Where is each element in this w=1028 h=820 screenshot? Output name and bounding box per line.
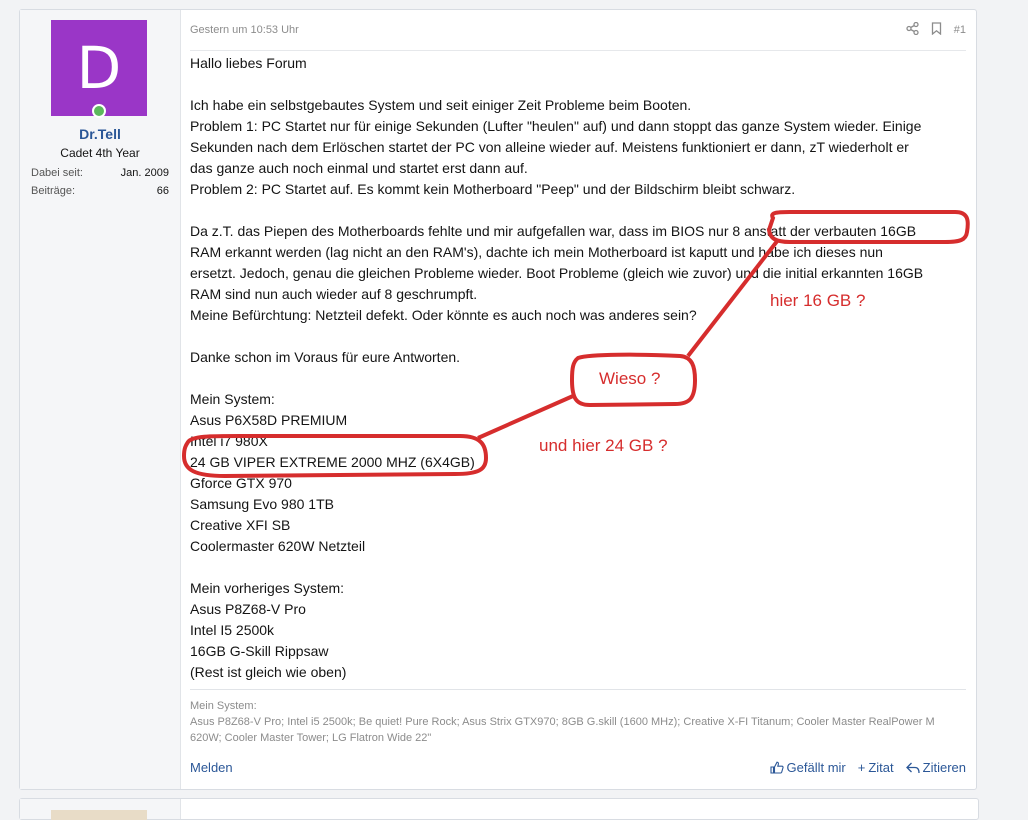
- online-status-icon: [92, 104, 106, 118]
- post-line: Danke schon im Voraus für eure Antworten…: [190, 349, 461, 365]
- reply-icon: [905, 762, 920, 773]
- signature-line: 620W; Cooler Master Tower; LG Flatron Wi…: [190, 732, 432, 744]
- post-line: das ganze auch noch einmal und startet e…: [190, 160, 528, 176]
- post-line: Coolermaster 620W Netzteil: [190, 538, 366, 554]
- user-info-column: D Dr.Tell Cadet 4th Year Dabei seit: Jan…: [20, 10, 181, 789]
- thumbs-up-icon: [769, 761, 784, 774]
- post-line: (Rest ist gleich wie oben): [190, 664, 347, 680]
- quote-button[interactable]: + Zitat: [858, 760, 894, 775]
- post-line: Da z.T. das Piepen des Motherboards fehl…: [190, 223, 917, 239]
- like-button[interactable]: Gefällt mir: [769, 760, 846, 775]
- post-line: Gforce GTX 970: [190, 475, 292, 491]
- post-line: Intel I5 2500k: [190, 622, 275, 638]
- post-line: Mein System:: [190, 391, 275, 407]
- post-line: Hallo liebes Forum: [190, 55, 307, 71]
- signature-heading: Mein System:: [190, 700, 257, 712]
- post-line: Problem 1: PC Startet nur für einige Sek…: [190, 118, 922, 134]
- post-footer: Melden Gefällt mir + Zitat Zitieren: [190, 760, 966, 780]
- stat-posts: Beiträge: 66: [31, 185, 169, 197]
- post-line: 16GB G-Skill Rippsaw: [190, 643, 329, 659]
- report-link[interactable]: Melden: [190, 760, 233, 775]
- signature: Mein System: Asus P8Z68-V Pro; Intel i5 …: [190, 689, 966, 746]
- stat-label: Beiträge:: [31, 185, 76, 197]
- post-line: Asus P8Z68-V Pro: [190, 601, 306, 617]
- post-line: Creative XFI SB: [190, 517, 291, 533]
- username-link[interactable]: Dr.Tell: [20, 126, 180, 142]
- post-line: Asus P6X58D PREMIUM: [190, 412, 348, 428]
- post-line: Samsung Evo 980 1TB: [190, 496, 334, 512]
- avatar[interactable]: D: [51, 20, 147, 116]
- stat-label: Dabei seit:: [31, 167, 83, 179]
- share-icon[interactable]: [906, 21, 919, 38]
- signature-line: Asus P8Z68-V Pro; Intel i5 2500k; Be qui…: [190, 716, 935, 728]
- stat-value: Jan. 2009: [120, 167, 169, 179]
- annotation-label: und hier 24 GB ?: [539, 436, 668, 455]
- forum-post: D Dr.Tell Cadet 4th Year Dabei seit: Jan…: [19, 9, 977, 790]
- next-post: [19, 798, 979, 820]
- post-header: Gestern um 10:53 Uhr #1: [190, 21, 966, 51]
- post-line: Sekunden nach dem Erlöschen startet der …: [190, 139, 909, 155]
- post-line: RAM erkannt werden (lag nicht an den RAM…: [190, 244, 883, 260]
- plus-icon: +: [857, 760, 866, 775]
- annotation-label: hier 16 GB ?: [770, 291, 866, 310]
- post-line: Ich habe ein selbstgebautes System und s…: [190, 97, 692, 113]
- user-title: Cadet 4th Year: [60, 146, 140, 160]
- post-header-actions: #1: [906, 21, 966, 38]
- post-actions: Gefällt mir + Zitat Zitieren: [769, 760, 966, 775]
- reply-label: Zitieren: [922, 760, 966, 775]
- like-label: Gefällt mir: [786, 760, 846, 775]
- post-body: Hallo liebes Forum Ich habe ein selbstgeb…: [190, 53, 966, 683]
- post-line: Problem 2: PC Startet auf. Es kommt kein…: [190, 181, 796, 197]
- bookmark-icon[interactable]: [931, 22, 942, 38]
- stat-joined: Dabei seit: Jan. 2009: [31, 167, 169, 179]
- post-line: Mein vorheriges System:: [190, 580, 345, 596]
- post-content: Gestern um 10:53 Uhr #1 Hallo liebes For…: [190, 10, 966, 789]
- post-line: ersetzt. Jedoch, genau die gleichen Prob…: [190, 265, 924, 281]
- reply-button[interactable]: Zitieren: [905, 760, 966, 775]
- post-date[interactable]: Gestern um 10:53 Uhr: [190, 24, 299, 36]
- quote-label: Zitat: [868, 760, 894, 775]
- stat-value: 66: [156, 185, 169, 197]
- annotation-label: Wieso ?: [599, 369, 661, 388]
- post-number[interactable]: #1: [954, 24, 966, 36]
